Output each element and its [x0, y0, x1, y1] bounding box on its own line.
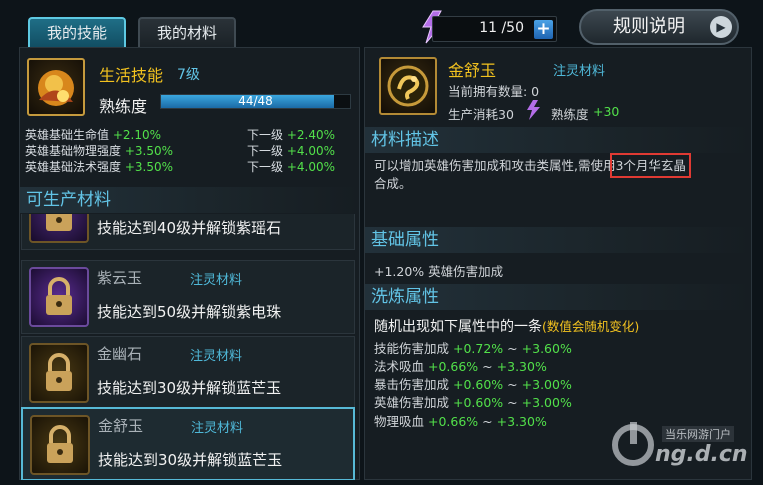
- lock-icon: [29, 267, 89, 327]
- refine-attribute-header: 洗炼属性: [365, 284, 751, 310]
- stat-row: 英雄基础物理强度 +3.50%: [25, 144, 174, 158]
- rules-button-label: 规则说明: [613, 16, 685, 37]
- list-item[interactable]: 金幽石 注灵材料 技能达到30级并解锁蓝芒玉: [21, 336, 355, 410]
- description-header: 材料描述: [365, 127, 751, 153]
- producible-header: 可生产材料: [20, 187, 359, 213]
- lock-icon: [29, 214, 89, 243]
- proficiency-gain-label: 熟练度: [551, 107, 589, 122]
- item-unlock-text: 技能达到50级并解锁紫电珠: [97, 303, 282, 321]
- proficiency-bar: 44/48: [160, 94, 351, 109]
- material-type: 注灵材料: [553, 64, 606, 79]
- material-name: 金舒玉: [448, 61, 497, 80]
- item-name: 金舒玉: [98, 417, 144, 435]
- base-attribute-header: 基础属性: [365, 227, 751, 253]
- refine-row: 英雄伤害加成 +0.60% ~ +3.00%: [374, 395, 572, 410]
- refine-intro: 随机出现如下属性中的一条(数值会随机变化): [374, 319, 640, 335]
- skill-stats: 英雄基础生命值 +2.10% 英雄基础物理强度 +3.50% 英雄基础法术强度 …: [25, 127, 173, 175]
- proficiency-gain-value: +30: [593, 104, 620, 119]
- item-type: 注灵材料: [190, 273, 243, 288]
- item-unlock-text: 技能达到30级并解锁蓝芒玉: [97, 379, 282, 397]
- item-name: 紫云玉: [97, 269, 143, 287]
- play-arrow-icon: ▶: [710, 16, 732, 38]
- add-energy-button[interactable]: +: [534, 20, 553, 39]
- next-stat-row: 下一级 +4.00%: [247, 144, 336, 158]
- refine-row: 技能伤害加成 +0.72% ~ +3.60%: [374, 341, 572, 356]
- skill-icon: [27, 58, 85, 116]
- energy-value: 11 /50: [479, 20, 524, 36]
- stat-row: 英雄基础生命值 +2.10%: [25, 128, 162, 142]
- refine-row: 物理吸血 +0.66% ~ +3.30%: [374, 414, 547, 429]
- refine-note: (数值会随机变化): [542, 319, 640, 334]
- proficiency-value: 44/48: [238, 94, 273, 108]
- item-type: 注灵材料: [190, 349, 243, 364]
- refine-row: 法术吸血 +0.66% ~ +3.30%: [374, 359, 547, 374]
- item-type: 注灵材料: [191, 421, 244, 436]
- next-stat-row: 下一级 +4.00%: [247, 160, 336, 174]
- list-item-selected[interactable]: 金舒玉 注灵材料 技能达到30级并解锁蓝芒玉: [21, 407, 355, 480]
- skill-name: 生活技能: [99, 66, 164, 85]
- list-item[interactable]: 紫云玉 注灵材料 技能达到50级并解锁紫电珠: [21, 260, 355, 334]
- list-item[interactable]: 技能达到40级并解锁紫瑶石: [21, 214, 355, 250]
- material-description: 可以增加英雄伤害加成和攻击类属性,需使用3个月华玄晶 合成。: [374, 153, 691, 191]
- energy-counter: 11 /50 +: [432, 16, 557, 42]
- next-level-stats: 下一级 +2.40% 下一级 +4.00% 下一级 +4.00%: [247, 127, 335, 175]
- item-unlock-text: 技能达到40级并解锁紫瑶石: [97, 219, 282, 237]
- rules-button[interactable]: 规则说明 ▶: [579, 9, 739, 45]
- tab-my-skills[interactable]: 我的技能: [28, 17, 126, 48]
- next-stat-row: 下一级 +2.40%: [247, 128, 336, 142]
- stat-row: 英雄基础法术强度 +3.50%: [25, 160, 174, 174]
- lock-icon: [29, 343, 89, 403]
- lock-icon: [30, 415, 90, 475]
- producible-list[interactable]: 技能达到40级并解锁紫瑶石 紫云玉 注灵材料 技能达到50级并解锁紫电珠 金幽石…: [21, 214, 355, 480]
- production-cost: 生产消耗30: [448, 107, 514, 122]
- watermark-top: 当乐网游门户: [662, 426, 734, 442]
- highlighted-requirement: 3个月华玄晶: [610, 153, 691, 178]
- base-attribute-value: +1.20% 英雄伤害加成: [374, 264, 504, 279]
- proficiency-label: 熟练度: [99, 97, 148, 116]
- refine-row: 暴击伤害加成 +0.60% ~ +3.00%: [374, 377, 572, 392]
- skill-level: 7级: [177, 67, 200, 83]
- item-name: 金幽石: [97, 345, 143, 363]
- tab-my-materials[interactable]: 我的材料: [138, 17, 236, 48]
- energy-icon: [523, 99, 545, 121]
- material-icon: [379, 57, 437, 115]
- watermark-bottom: ng.d.cn: [655, 442, 748, 467]
- watermark-logo-icon: [608, 420, 658, 470]
- owned-count: 当前拥有数量: 0: [448, 84, 540, 99]
- item-unlock-text: 技能达到30级并解锁蓝芒玉: [98, 451, 283, 469]
